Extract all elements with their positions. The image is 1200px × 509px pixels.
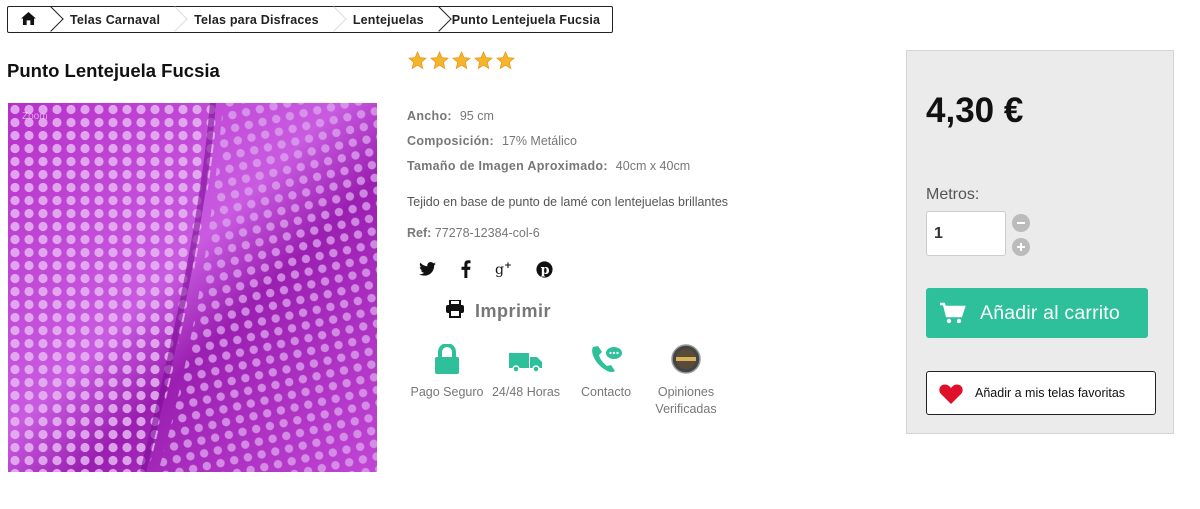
facebook-icon[interactable] — [456, 258, 476, 280]
increase-quantity-button[interactable] — [1012, 238, 1030, 256]
truck-icon — [509, 344, 543, 379]
decrease-quantity-button[interactable] — [1012, 214, 1030, 232]
heart-icon — [939, 383, 963, 404]
verified-reviews-icon — [671, 344, 701, 379]
breadcrumb-item-telas-para-disfraces[interactable]: Telas para Disfraces — [172, 7, 331, 32]
social-share: g + p — [417, 258, 554, 280]
purchase-panel: 4,30 € Metros: Añadir al carrito Añadir … — [906, 50, 1174, 434]
star-icon — [474, 51, 493, 70]
star-icon — [408, 51, 427, 70]
cart-icon — [940, 302, 966, 324]
phone-chat-icon — [590, 344, 622, 379]
feature-opiniones-verificadas[interactable]: Opiniones Verificadas — [641, 344, 731, 418]
svg-text:g: g — [495, 262, 504, 278]
feature-pago-seguro: Pago Seguro — [402, 343, 492, 401]
spec-tamano-imagen: Tamaño de Imagen Aproximado: 40cm x 40cm — [407, 159, 691, 173]
home-icon — [20, 11, 36, 28]
spec-ancho: Ancho: 95 cm — [407, 109, 494, 123]
lock-icon — [434, 343, 460, 379]
breadcrumb-item-lentejuelas[interactable]: Lentejuelas — [331, 7, 436, 32]
twitter-icon[interactable] — [417, 258, 437, 280]
zoom-hint: Zoom — [22, 111, 48, 122]
google-plus-icon[interactable]: g + — [495, 258, 515, 280]
quantity-input[interactable] — [926, 211, 1006, 256]
breadcrumb-item-telas-carnaval[interactable]: Telas Carnaval — [48, 7, 172, 32]
star-icon — [452, 51, 471, 70]
add-to-favorites-button[interactable]: Añadir a mis telas favoritas — [926, 371, 1156, 415]
product-description: Tejido en base de punto de lamé con lent… — [407, 195, 729, 209]
breadcrumb-item-current: Punto Lentejuela Fucsia — [436, 7, 612, 32]
breadcrumb: Telas Carnaval Telas para Disfraces Lent… — [7, 6, 614, 33]
star-icon — [430, 51, 449, 70]
quantity-label: Metros: — [926, 186, 980, 203]
printer-icon — [445, 299, 465, 323]
svg-text:+: + — [504, 260, 512, 271]
plus-icon — [1017, 243, 1025, 251]
pinterest-icon[interactable]: p — [534, 258, 554, 280]
price: 4,30 € — [926, 91, 1024, 130]
star-icon — [496, 51, 515, 70]
page-title: Punto Lentejuela Fucsia — [7, 60, 220, 81]
spec-composicion: Composición: 17% Metálico — [407, 134, 577, 148]
svg-text:p: p — [540, 263, 549, 278]
product-image[interactable]: Zoom — [8, 103, 377, 472]
add-to-cart-button[interactable]: Añadir al carrito — [926, 288, 1148, 338]
print-button[interactable]: Imprimir — [445, 299, 551, 323]
minus-icon — [1017, 222, 1025, 224]
feature-envio-24-48: 24/48 Horas — [481, 344, 571, 401]
rating-stars[interactable] — [408, 51, 515, 70]
feature-contacto[interactable]: Contacto — [561, 344, 651, 401]
product-ref: Ref: 77278-12384-col-6 — [407, 226, 540, 240]
